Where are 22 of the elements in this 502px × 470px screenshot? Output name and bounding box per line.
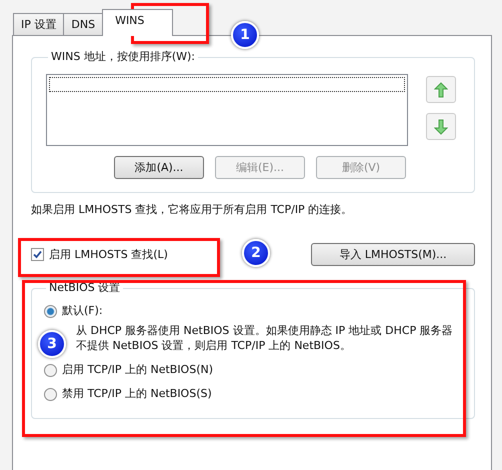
tab[interactable]: DNS [63, 13, 104, 35]
tab[interactable]: WINS [102, 9, 174, 36]
move-down-button[interactable] [426, 113, 456, 140]
checkbox-label: 启用 LMHOSTS 查找(L) [49, 248, 168, 262]
arrow-up-icon [434, 82, 448, 98]
arrow-down-icon [434, 118, 448, 134]
option-description: 从 DHCP 服务器使用 NetBIOS 设置。如果使用静态 IP 地址或 DHCP 服务器不提供 NetBIOS 设置，则启用 TCP/IP 上的 NetBIOS。 [76, 323, 454, 353]
list-action-button[interactable]: 添加(A)... [114, 156, 204, 179]
address-list[interactable] [46, 74, 408, 146]
step-badge: 1 [231, 21, 259, 49]
radio-label: 默认(F): [62, 304, 103, 318]
move-up-button[interactable] [426, 76, 456, 103]
radio-label: 启用 TCP/IP 上的 NetBIOS(N) [62, 363, 214, 377]
import-button[interactable]: 导入 LMHOSTS(M)... [311, 243, 475, 266]
info-text: 如果启用 LMHOSTS 查找，它将应用于所有启用 TCP/IP 的连接。 [31, 203, 354, 217]
tab[interactable]: IP 设置 [13, 13, 64, 35]
radio-button[interactable] [44, 388, 57, 400]
checkbox[interactable] [31, 248, 44, 261]
radio-label: 禁用 TCP/IP 上的 NetBIOS(S) [62, 387, 212, 401]
radio-button[interactable] [44, 364, 57, 376]
group-title: WINS 地址，按使用排序(W): [50, 50, 196, 64]
radio-button[interactable] [44, 304, 57, 318]
